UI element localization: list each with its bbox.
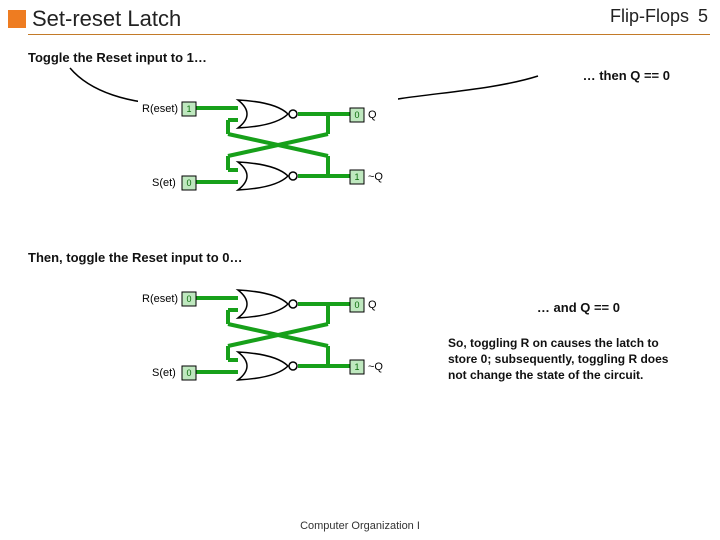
- step1-text: Toggle the Reset input to 1…: [28, 50, 207, 65]
- label-nq: ~Q: [368, 171, 383, 183]
- slide-title: Set-reset Latch: [32, 6, 181, 32]
- label-set: S(et): [152, 367, 176, 379]
- title-bullet-icon: [8, 10, 26, 28]
- footer-text: Computer Organization I: [0, 520, 720, 532]
- label-q: Q: [368, 299, 377, 311]
- label-set: S(et): [152, 177, 176, 189]
- step1-result: … then Q == 0: [583, 68, 670, 83]
- pin-value-r: 0: [186, 294, 191, 304]
- pin-value-nq: 1: [354, 362, 359, 372]
- label-q: Q: [368, 109, 377, 121]
- page-number: 5: [698, 6, 708, 26]
- pin-value-s: 0: [186, 178, 191, 188]
- explanation-text: So, toggling R on causes the latch to st…: [448, 335, 678, 384]
- step2-text: Then, toggle the Reset input to 0…: [28, 250, 243, 265]
- pin-value-r: 1: [186, 104, 191, 114]
- pin-value-q: 0: [354, 110, 359, 120]
- label-reset: R(eset): [142, 103, 178, 115]
- sr-latch-diagram-top: 1 0 0 1 R(eset) S(et) Q ~Q: [138, 90, 398, 205]
- header-rule: [28, 34, 710, 35]
- label-reset: R(eset): [142, 293, 178, 305]
- step2-result: … and Q == 0: [537, 300, 620, 315]
- pin-value-s: 0: [186, 368, 191, 378]
- section-meta: Flip-Flops 5: [610, 6, 708, 27]
- section-name: Flip-Flops: [610, 6, 689, 26]
- label-nq: ~Q: [368, 361, 383, 373]
- sr-latch-diagram-bottom: 0 0 0 1 R(eset) S(et) Q ~Q: [138, 280, 398, 395]
- pin-value-q: 0: [354, 300, 359, 310]
- pin-value-nq: 1: [354, 172, 359, 182]
